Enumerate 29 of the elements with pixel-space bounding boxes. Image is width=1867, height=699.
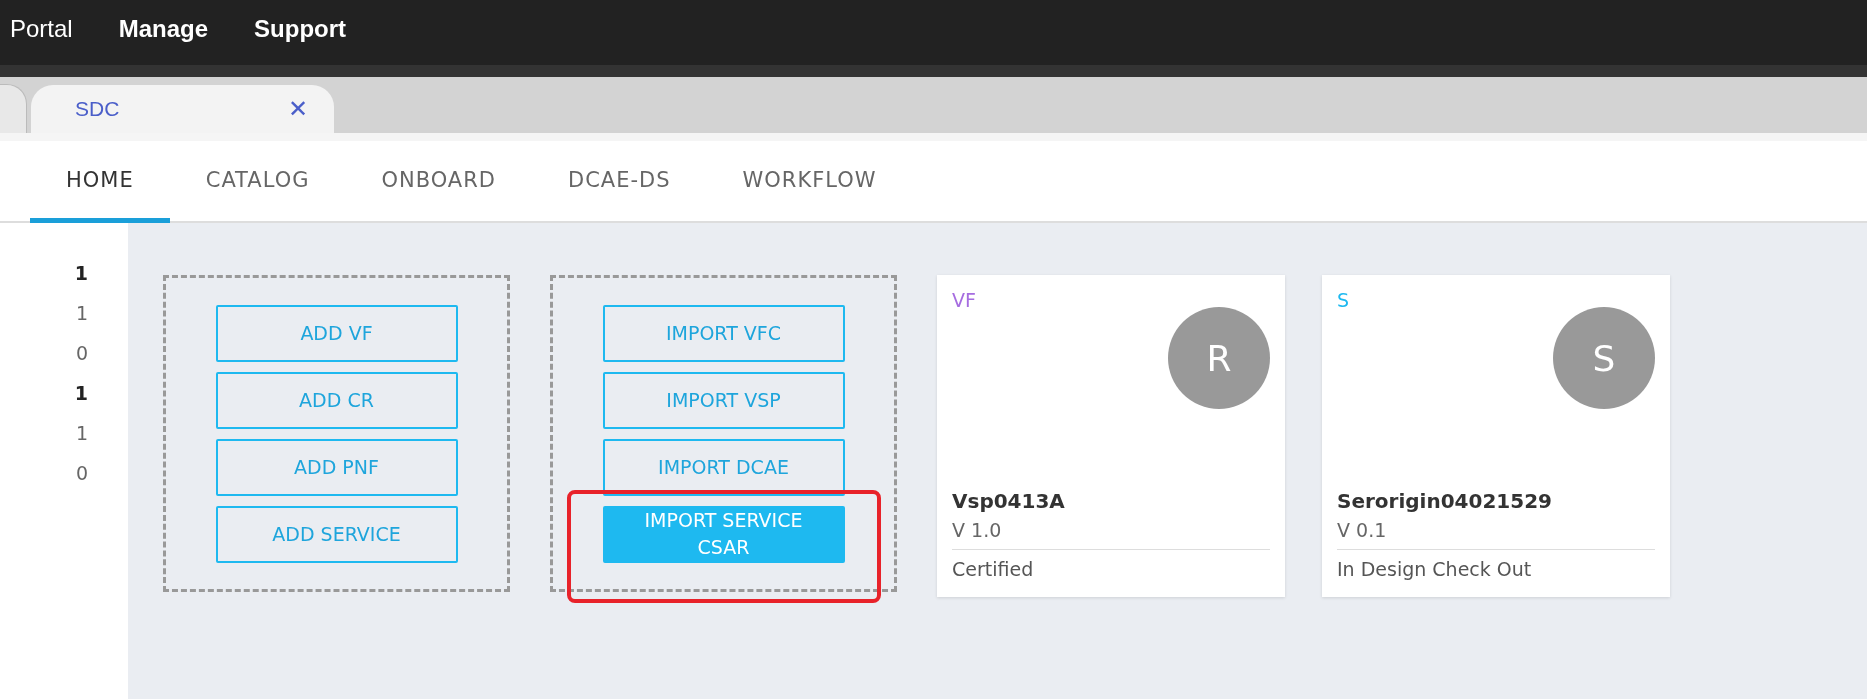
browser-tab[interactable]: SDC ✕ (31, 85, 334, 133)
sidebar-digit: 1 (74, 261, 88, 286)
resource-card[interactable]: VF R Vsp0413A V 1.0 Certified (937, 275, 1285, 597)
card-version: V 0.1 (1337, 519, 1655, 550)
avatar-circle: S (1553, 307, 1655, 409)
resource-card[interactable]: S S Serorigin04021529 V 0.1 In Design Check Out (1322, 275, 1670, 597)
card-status: In Design Check Out (1337, 558, 1533, 580)
sidebar-digit: 0 (75, 341, 88, 366)
menu-item[interactable]: Support (254, 14, 347, 43)
nav-tab[interactable]: WORKFLOW (706, 141, 913, 223)
tab-label: SDC (75, 97, 120, 121)
sidebar-digit: 1 (74, 381, 88, 406)
card-name: Vsp0413A (952, 489, 1066, 513)
nav-tab[interactable]: ONBOARD (345, 141, 532, 223)
avatar-circle: R (1168, 307, 1270, 409)
card-type: S (1337, 289, 1350, 311)
sidebar-digit: 1 (75, 301, 88, 326)
nav-tab[interactable]: CATALOG (169, 141, 346, 223)
sidebar-digit: 1 (75, 421, 88, 446)
browser-tab[interactable] (0, 84, 27, 133)
menu-item[interactable]: Portal (10, 14, 73, 43)
close-button[interactable]: ✕ (288, 95, 308, 123)
card-status: Certified (952, 558, 1035, 580)
card-name: Serorigin04021529 (1337, 489, 1554, 513)
nav-tab[interactable]: DCAE-DS (532, 141, 707, 223)
menu-item[interactable]: Manage (118, 14, 209, 43)
card-version: V 1.0 (952, 519, 1270, 550)
sidebar-digit: 0 (75, 461, 88, 486)
card-type: VF (952, 289, 976, 311)
